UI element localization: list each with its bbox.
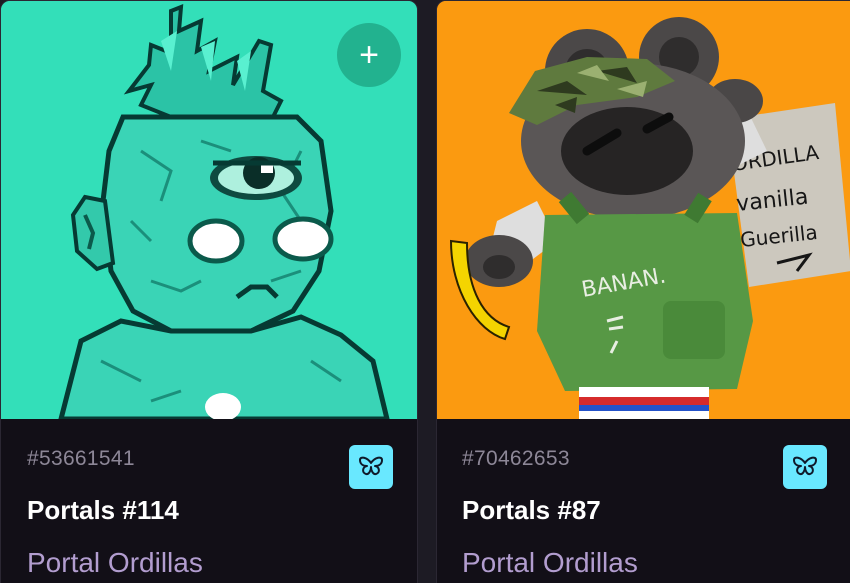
nft-card[interactable]: + #53661541 Portals #114 Portal Ordillas <box>0 0 418 583</box>
nft-name[interactable]: Portals #114 <box>27 495 179 526</box>
nft-artwork-image[interactable]: + <box>1 1 417 419</box>
add-button[interactable]: + <box>337 23 401 87</box>
token-id: #70462653 <box>462 447 570 470</box>
plus-icon: + <box>359 36 379 74</box>
butterfly-icon <box>793 456 817 476</box>
collection-name[interactable]: Portal Ordillas <box>462 547 638 579</box>
collection-name[interactable]: Portal Ordillas <box>27 547 203 579</box>
nft-card-grid: + #53661541 Portals #114 Portal Ordillas… <box>0 0 850 583</box>
nft-name[interactable]: Portals #87 <box>462 495 601 526</box>
butterfly-icon <box>359 456 383 476</box>
nft-card[interactable]: ORDILLA vanilla Guerilla BANAN. #7046265… <box>436 0 850 583</box>
chain-badge[interactable] <box>349 445 393 489</box>
chain-badge[interactable] <box>783 445 827 489</box>
nft-artwork-image[interactable]: ORDILLA vanilla Guerilla BANAN. <box>437 1 850 419</box>
token-id: #53661541 <box>27 447 135 470</box>
bear-with-banana-artwork: ORDILLA vanilla Guerilla BANAN. <box>437 1 850 419</box>
